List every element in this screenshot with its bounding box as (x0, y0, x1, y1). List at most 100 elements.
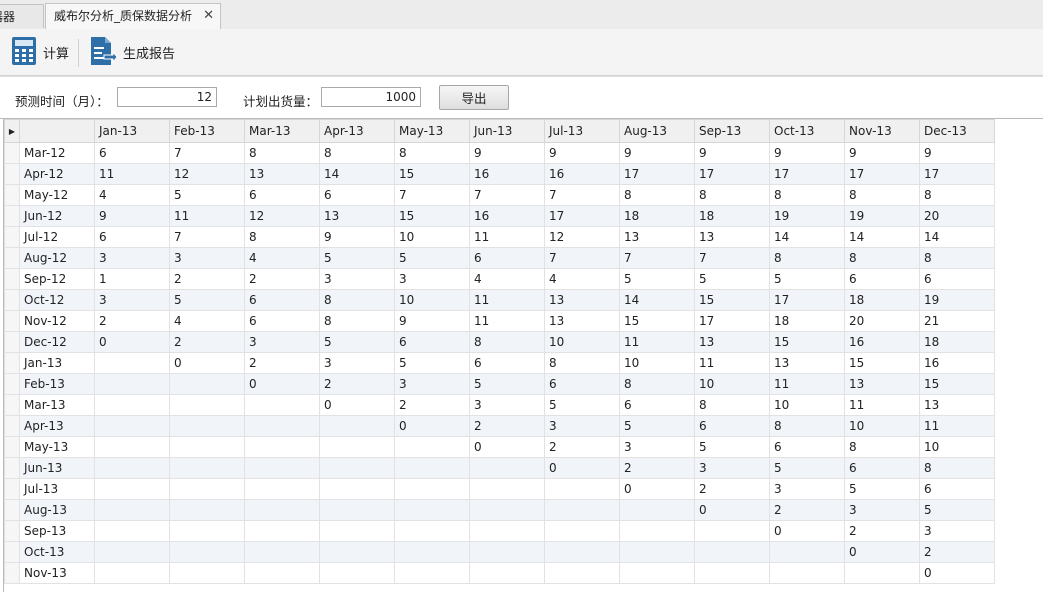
grid-cell[interactable]: 13 (319, 205, 395, 227)
grid-cell[interactable]: 6 (94, 142, 170, 164)
grid-cell[interactable]: 13 (769, 352, 845, 374)
row-label-cell[interactable]: Oct-13 (19, 541, 95, 563)
grid-cell[interactable]: 12 (244, 205, 320, 227)
grid-cell[interactable] (394, 499, 470, 521)
row-indicator[interactable] (4, 184, 20, 206)
row-label-cell[interactable]: Jan-13 (19, 352, 95, 374)
grid-cell[interactable]: 5 (694, 436, 770, 458)
row-indicator[interactable] (4, 226, 20, 248)
grid-cell[interactable]: 2 (94, 310, 170, 332)
table-row[interactable]: Sep-13 0 2 3 (4, 520, 995, 542)
grid-cell[interactable] (244, 436, 320, 458)
grid-cell[interactable]: 19 (844, 205, 920, 227)
grid-cell[interactable]: 9 (469, 142, 545, 164)
grid-cell[interactable]: 9 (919, 142, 995, 164)
grid-cell[interactable] (169, 373, 245, 395)
grid-cell[interactable] (94, 352, 170, 374)
grid-cell[interactable]: 9 (94, 205, 170, 227)
table-row[interactable]: Dec-12 0 2 3 5 6 8 10 11 13 15 16 18 (4, 331, 995, 353)
table-row[interactable]: Oct-13 0 2 (4, 541, 995, 563)
grid-cell[interactable] (94, 394, 170, 416)
grid-cell[interactable]: 0 (919, 562, 995, 584)
grid-cell[interactable]: 16 (469, 205, 545, 227)
row-label-cell[interactable]: Apr-12 (19, 163, 95, 185)
grid-cell[interactable]: 2 (244, 352, 320, 374)
row-label-cell[interactable]: Jul-12 (19, 226, 95, 248)
grid-cell[interactable]: 5 (169, 289, 245, 311)
row-label-cell[interactable]: Nov-12 (19, 310, 95, 332)
grid-cell[interactable]: 0 (394, 415, 470, 437)
table-row[interactable]: Jan-13 0 2 3 5 6 8 10 11 13 15 16 (4, 352, 995, 374)
grid-cell[interactable] (694, 541, 770, 563)
grid-cell[interactable]: 14 (844, 226, 920, 248)
grid-cell[interactable]: 17 (544, 205, 620, 227)
grid-cell[interactable]: 0 (544, 457, 620, 479)
grid-cell[interactable]: 7 (169, 226, 245, 248)
grid-cell[interactable]: 10 (844, 415, 920, 437)
row-label-cell[interactable]: Mar-13 (19, 394, 95, 416)
grid-cell[interactable] (544, 541, 620, 563)
table-row[interactable]: Apr-13 0 2 3 5 6 8 10 11 (4, 415, 995, 437)
column-header[interactable]: Apr-13 (319, 119, 395, 143)
table-row[interactable]: Apr-12 11 12 13 14 15 16 16 17 17 17 17 17 (4, 163, 995, 185)
grid-cell[interactable]: 9 (544, 142, 620, 164)
grid-cell[interactable]: 6 (844, 268, 920, 290)
grid-cell[interactable]: 9 (394, 310, 470, 332)
grid-cell[interactable] (619, 562, 695, 584)
grid-cell[interactable]: 16 (919, 352, 995, 374)
grid-cell[interactable]: 13 (844, 373, 920, 395)
grid-cell[interactable]: 0 (469, 436, 545, 458)
grid-cell[interactable] (319, 520, 395, 542)
grid-cell[interactable]: 10 (694, 373, 770, 395)
grid-cell[interactable]: 5 (544, 394, 620, 416)
grid-cell[interactable]: 15 (769, 331, 845, 353)
grid-cell[interactable] (94, 415, 170, 437)
row-label-cell[interactable]: Sep-13 (19, 520, 95, 542)
grid-cell[interactable]: 13 (919, 394, 995, 416)
table-row[interactable]: Oct-12 3 5 6 8 10 11 13 14 15 17 18 19 (4, 289, 995, 311)
grid-cell[interactable]: 18 (694, 205, 770, 227)
grid-cell[interactable]: 11 (619, 331, 695, 353)
column-header[interactable]: Jul-13 (544, 119, 620, 143)
grid-cell[interactable] (169, 415, 245, 437)
table-row[interactable]: Jul-13 0 2 3 5 6 (4, 478, 995, 500)
grid-cell[interactable]: 13 (244, 163, 320, 185)
grid-cell[interactable] (544, 478, 620, 500)
grid-cell[interactable]: 6 (244, 289, 320, 311)
grid-cell[interactable]: 5 (619, 415, 695, 437)
table-row[interactable]: Mar-13 0 2 3 5 6 8 10 11 13 (4, 394, 995, 416)
grid-cell[interactable] (619, 520, 695, 542)
grid-cell[interactable]: 15 (844, 352, 920, 374)
grid-cell[interactable]: 8 (844, 436, 920, 458)
row-label-cell[interactable]: Aug-12 (19, 247, 95, 269)
grid-cell[interactable]: 3 (619, 436, 695, 458)
column-header[interactable]: Feb-13 (169, 119, 245, 143)
grid-cell[interactable]: 16 (844, 331, 920, 353)
grid-cell[interactable]: 7 (169, 142, 245, 164)
grid-cell[interactable]: 10 (394, 289, 470, 311)
grid-cell[interactable]: 11 (469, 226, 545, 248)
row-label-header[interactable] (19, 119, 95, 143)
row-indicator[interactable] (4, 163, 20, 185)
grid-cell[interactable]: 8 (844, 184, 920, 206)
grid-cell[interactable] (319, 499, 395, 521)
grid-cell[interactable]: 6 (544, 373, 620, 395)
grid-cell[interactable] (244, 478, 320, 500)
grid-cell[interactable]: 2 (169, 268, 245, 290)
grid-cell[interactable] (94, 457, 170, 479)
grid-cell[interactable] (94, 562, 170, 584)
grid-cell[interactable] (394, 541, 470, 563)
column-header[interactable]: Jun-13 (469, 119, 545, 143)
row-indicator[interactable] (4, 562, 20, 584)
grid-cell[interactable]: 3 (769, 478, 845, 500)
grid-cell[interactable]: 5 (919, 499, 995, 521)
grid-cell[interactable] (694, 520, 770, 542)
grid-cell[interactable]: 8 (769, 184, 845, 206)
grid-cell[interactable]: 16 (544, 163, 620, 185)
row-indicator[interactable] (4, 415, 20, 437)
grid-cell[interactable]: 9 (844, 142, 920, 164)
row-indicator[interactable] (4, 373, 20, 395)
grid-cell[interactable]: 5 (694, 268, 770, 290)
grid-cell[interactable] (544, 562, 620, 584)
grid-cell[interactable]: 5 (469, 373, 545, 395)
